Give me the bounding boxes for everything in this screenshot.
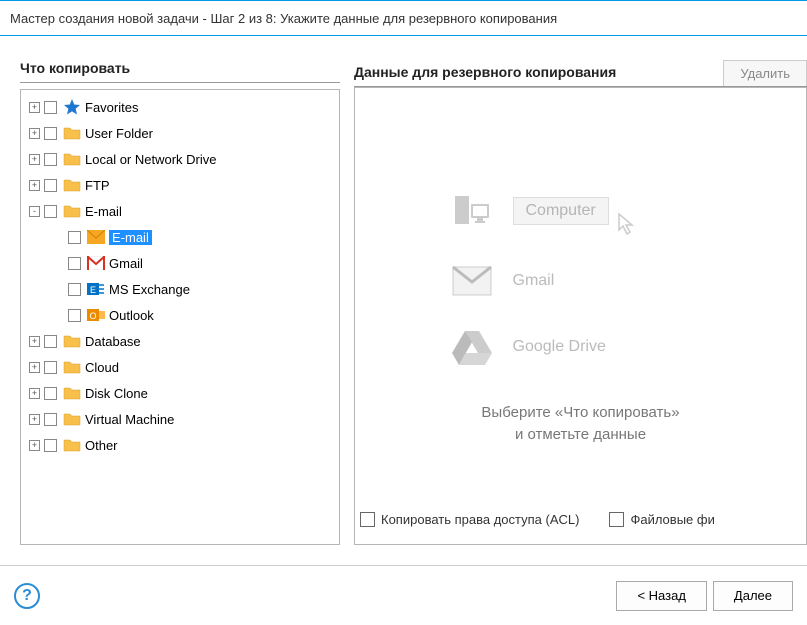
tree-checkbox[interactable] — [44, 153, 57, 166]
folder-icon — [63, 385, 81, 401]
tree-checkbox[interactable] — [44, 413, 57, 426]
tree-item-database[interactable]: + Database — [23, 328, 337, 354]
source-tree[interactable]: + Favorites + User Folder + Local or Network … — [20, 89, 340, 545]
bottom-options: Копировать права доступа (ACL) Файловые … — [360, 512, 807, 527]
tree-checkbox[interactable] — [44, 361, 57, 374]
tree-checkbox[interactable] — [68, 257, 81, 270]
tree-checkbox[interactable] — [44, 335, 57, 348]
gmail-icon — [87, 255, 105, 271]
preview-computer-label: Computer — [513, 197, 609, 225]
preview-gdrive-label: Google Drive — [513, 338, 606, 356]
tree-checkbox[interactable] — [44, 179, 57, 192]
tree-item-email-root[interactable]: - E-mail — [23, 198, 337, 224]
expander-icon[interactable]: + — [29, 102, 40, 113]
gmail-large-icon — [451, 260, 493, 302]
tree-label: FTP — [85, 178, 110, 193]
tree-checkbox[interactable] — [44, 439, 57, 452]
preview-area: Computer Gmail Google Drive Выберите «Чт… — [354, 87, 807, 545]
expander-icon[interactable]: + — [29, 128, 40, 139]
window-titlebar: Мастер создания новой задачи - Шаг 2 из … — [0, 0, 807, 36]
filters-option[interactable]: Файловые фи — [609, 512, 714, 527]
expander-icon[interactable]: + — [29, 414, 40, 425]
preview-row-computer: Computer — [451, 186, 711, 236]
tree-item-user-folder[interactable]: + User Folder — [23, 120, 337, 146]
tree-label: E-mail — [109, 230, 152, 245]
right-panel-header: Данные для резервного копирования — [354, 64, 723, 86]
folder-icon — [63, 411, 81, 427]
tree-label: Virtual Machine — [85, 412, 174, 427]
tree-label: Other — [85, 438, 118, 453]
cursor-icon — [617, 212, 641, 236]
tree-checkbox[interactable] — [44, 387, 57, 400]
preview-instructions: Выберите «Что копировать» и отметьте дан… — [481, 402, 679, 447]
tree-checkbox[interactable] — [68, 283, 81, 296]
tree-checkbox[interactable] — [68, 309, 81, 322]
expander-icon[interactable]: + — [29, 440, 40, 451]
expander-icon[interactable]: + — [29, 388, 40, 399]
envelope-icon — [87, 229, 105, 245]
right-panel: Данные для резервного копирования Удалит… — [354, 60, 807, 545]
tree-checkbox[interactable] — [44, 101, 57, 114]
tree-item-disk-clone[interactable]: + Disk Clone — [23, 380, 337, 406]
tree-item-outlook[interactable]: O Outlook — [23, 302, 337, 328]
tree-item-email[interactable]: E-mail — [23, 224, 337, 250]
left-panel-header: Что копировать — [20, 60, 340, 83]
tree-label: Database — [85, 334, 141, 349]
tree-label: Disk Clone — [85, 386, 148, 401]
folder-icon — [63, 333, 81, 349]
expander-icon[interactable]: + — [29, 180, 40, 191]
exchange-icon: E — [87, 281, 105, 297]
tree-checkbox[interactable] — [44, 205, 57, 218]
tree-item-ftp[interactable]: + FTP — [23, 172, 337, 198]
acl-option[interactable]: Копировать права доступа (ACL) — [360, 512, 579, 527]
back-button[interactable]: < Назад — [616, 581, 706, 611]
filters-checkbox[interactable] — [609, 512, 624, 527]
tree-label: Cloud — [85, 360, 119, 375]
folder-icon — [63, 203, 81, 219]
next-button[interactable]: Далее — [713, 581, 793, 611]
footer: ? < Назад Далее — [0, 565, 807, 625]
svg-text:O: O — [89, 311, 96, 321]
tree-label: E-mail — [85, 204, 122, 219]
tree-item-cloud[interactable]: + Cloud — [23, 354, 337, 380]
folder-icon — [63, 151, 81, 167]
star-icon — [63, 99, 81, 115]
tree-label: User Folder — [85, 126, 153, 141]
tree-item-favorites[interactable]: + Favorites — [23, 94, 337, 120]
folder-icon — [63, 437, 81, 453]
tree-label: MS Exchange — [109, 282, 190, 297]
acl-checkbox[interactable] — [360, 512, 375, 527]
help-icon[interactable]: ? — [14, 583, 40, 609]
gdrive-icon — [451, 326, 493, 368]
tree-label: Gmail — [109, 256, 143, 271]
folder-icon — [63, 125, 81, 141]
expander-icon[interactable]: - — [29, 206, 40, 217]
tree-label: Local or Network Drive — [85, 152, 217, 167]
svg-text:E: E — [90, 285, 96, 295]
tree-item-virtual-machine[interactable]: + Virtual Machine — [23, 406, 337, 432]
tree-checkbox[interactable] — [68, 231, 81, 244]
tree-item-local-drive[interactable]: + Local or Network Drive — [23, 146, 337, 172]
expander-icon[interactable]: + — [29, 362, 40, 373]
outlook-icon: O — [87, 307, 105, 323]
tree-label: Favorites — [85, 100, 138, 115]
tree-item-other[interactable]: + Other — [23, 432, 337, 458]
tree-label: Outlook — [109, 308, 154, 323]
preview-row-gmail: Gmail — [451, 260, 711, 302]
preview-row-gdrive: Google Drive — [451, 326, 711, 368]
computer-icon — [451, 190, 493, 232]
tree-item-ms-exchange[interactable]: E MS Exchange — [23, 276, 337, 302]
left-panel: Что копировать + Favorites + User Folder + Lo… — [20, 60, 340, 545]
expander-icon[interactable]: + — [29, 336, 40, 347]
delete-button[interactable]: Удалить — [723, 60, 807, 86]
preview-gmail-label: Gmail — [513, 272, 555, 290]
folder-icon — [63, 359, 81, 375]
tree-checkbox[interactable] — [44, 127, 57, 140]
window-title: Мастер создания новой задачи - Шаг 2 из … — [10, 11, 557, 26]
tree-item-gmail[interactable]: Gmail — [23, 250, 337, 276]
folder-icon — [63, 177, 81, 193]
expander-icon[interactable]: + — [29, 154, 40, 165]
